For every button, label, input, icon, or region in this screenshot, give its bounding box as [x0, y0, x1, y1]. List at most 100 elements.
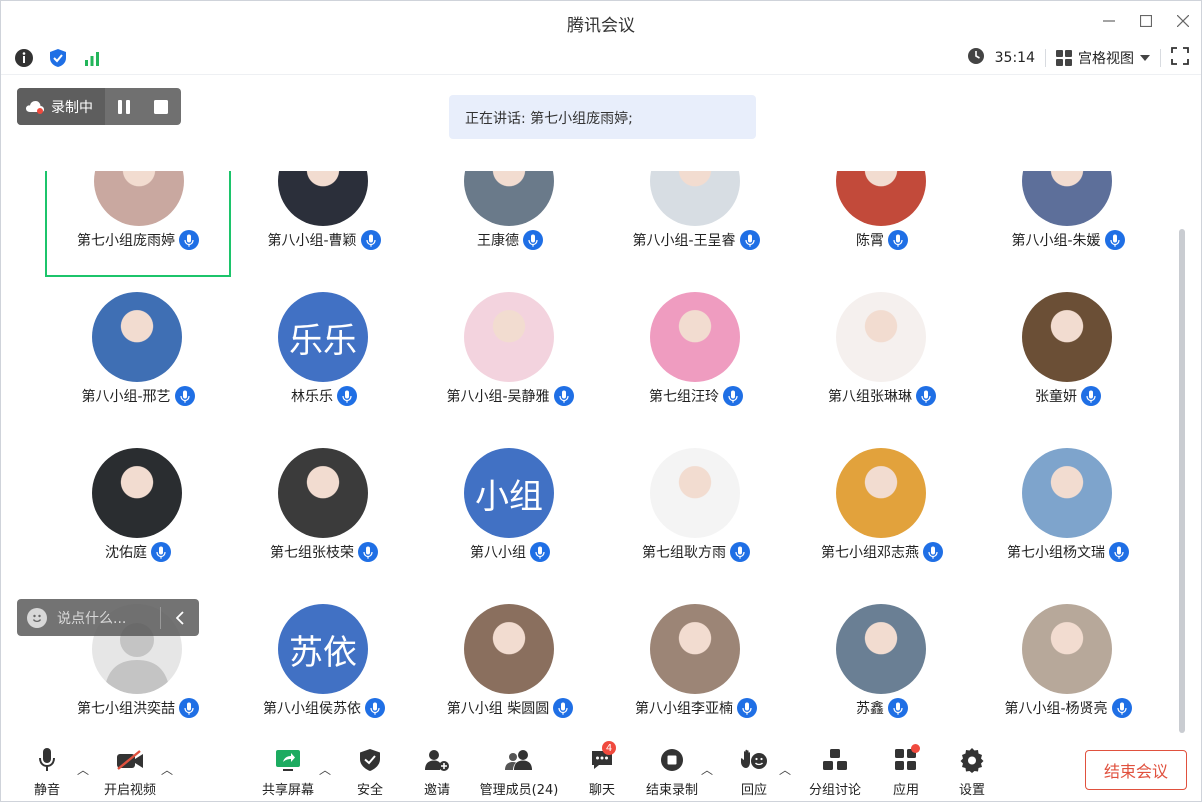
participant-name-row: 第七组耿方雨: [603, 542, 789, 562]
share-screen-button[interactable]: 共享屏幕: [257, 739, 319, 801]
avatar: [1022, 604, 1112, 694]
participant-name: 第八小组-邢艺: [81, 389, 171, 405]
close-icon: [1177, 15, 1189, 27]
chat-input-placeholder[interactable]: 说点什么...: [57, 608, 126, 628]
mic-active-icon: [553, 386, 574, 406]
avatar: [650, 171, 740, 226]
start-video-button[interactable]: 开启视频: [99, 739, 161, 801]
participant-tile[interactable]: 第七小组庞雨婷: [45, 171, 231, 277]
participant-tile[interactable]: 乐乐 林乐乐: [231, 277, 417, 433]
participant-tile[interactable]: 苏鑫: [789, 589, 975, 737]
participant-tile[interactable]: 第七组耿方雨: [603, 433, 789, 589]
participant-tile[interactable]: 沈佑庭: [45, 433, 231, 589]
participant-name-row: 第七小组洪奕喆: [45, 698, 231, 718]
participant-tile[interactable]: 第七组汪玲: [603, 277, 789, 433]
participant-name-row: 第八小组: [417, 542, 603, 562]
react-button[interactable]: 回应: [735, 739, 773, 801]
avatar: [278, 171, 368, 226]
mic-active-icon: [737, 698, 757, 718]
mic-active-icon: [1104, 230, 1125, 250]
video-options-caret[interactable]: ︿: [161, 761, 173, 778]
participant-name-row: 王康德: [417, 230, 603, 250]
record-stop-icon: [661, 749, 683, 771]
participant-tile[interactable]: 苏依 第八小组侯苏依: [231, 589, 417, 737]
avatar: [1022, 292, 1112, 382]
minimize-button[interactable]: [1097, 9, 1121, 33]
participant-name: 第八小组: [470, 545, 526, 561]
grid-view-icon: [1056, 50, 1072, 66]
fullscreen-icon: [1171, 47, 1189, 65]
manage-members-button[interactable]: 管理成员(24): [475, 739, 563, 801]
chat-input-bar[interactable]: 说点什么...: [17, 599, 199, 636]
scrollbar[interactable]: [1179, 229, 1185, 733]
participant-tile[interactable]: 第八小组 柴圆圆: [417, 589, 603, 737]
pause-recording-button[interactable]: [105, 88, 142, 125]
participant-tile[interactable]: 第八小组-杨贤亮: [975, 589, 1161, 737]
mute-options-caret[interactable]: ︿: [77, 761, 89, 778]
participant-name-row: 第八小组 柴圆圆: [417, 698, 603, 718]
avatar-initials: 小组: [475, 476, 543, 517]
participant-tile[interactable]: 小组第八小组: [417, 433, 603, 589]
caret-down-icon: [1140, 55, 1150, 61]
mic-active-icon: [358, 542, 378, 562]
invite-button[interactable]: 邀请: [417, 739, 457, 801]
stop-recording-toolbar-button[interactable]: 结束录制: [641, 739, 703, 801]
info-icon[interactable]: [14, 48, 34, 72]
participant-tile[interactable]: 第八小组-邢艺: [45, 277, 231, 433]
participant-tile[interactable]: 第八小组-曹颖: [231, 171, 417, 277]
mute-button[interactable]: 静音: [27, 739, 67, 801]
participant-tile[interactable]: 第七小组邓志燕: [789, 433, 975, 589]
breakout-rooms-button[interactable]: 分组讨论: [805, 739, 865, 801]
participant-tile[interactable]: 第七小组杨文瑞: [975, 433, 1161, 589]
record-options-caret[interactable]: ︿: [701, 761, 713, 778]
recording-label: 录制中: [51, 99, 93, 116]
participant-tile[interactable]: 第八小组李亚楠: [603, 589, 789, 737]
title-bar: 腾讯会议: [1, 1, 1201, 43]
chat-button[interactable]: 4 聊天: [583, 739, 621, 801]
end-meeting-button[interactable]: 结束会议: [1085, 750, 1187, 790]
mic-active-icon: [360, 230, 381, 250]
mic-active-icon: [1109, 542, 1129, 562]
participant-name: 第八小组-王呈睿: [632, 233, 736, 249]
close-button[interactable]: [1171, 9, 1195, 33]
raise-hand-icon: [741, 749, 767, 769]
participant-name-row: 第七组张枝荣: [231, 542, 417, 562]
view-mode-dropdown[interactable]: 宫格视图: [1056, 48, 1150, 68]
participant-name-row: 第八小组李亚楠: [603, 698, 789, 718]
react-options-caret[interactable]: ︿: [779, 761, 791, 778]
participant-name-row: 张童妍: [975, 386, 1161, 406]
participant-name-row: 第七组汪玲: [603, 386, 789, 406]
participant-tile[interactable]: 第八小组-朱媛: [975, 171, 1161, 277]
security-button[interactable]: 安全: [351, 739, 389, 801]
avatar-initials: 苏依: [289, 632, 357, 673]
mic-active-icon: [365, 698, 385, 718]
participant-name: 第七组张枝荣: [270, 545, 354, 561]
apps-button[interactable]: 应用: [887, 739, 925, 801]
participant-name-row: 第八组张琳琳: [789, 386, 975, 406]
participant-name: 林乐乐: [291, 389, 333, 405]
participant-tile[interactable]: 王康德: [417, 171, 603, 277]
participant-tile[interactable]: 第八小组-王呈睿: [603, 171, 789, 277]
recording-status: 录制中: [17, 88, 105, 125]
participant-tile[interactable]: 陈霄: [789, 171, 975, 277]
shield-icon[interactable]: [48, 48, 68, 72]
chat-unread-badge: 4: [602, 741, 616, 755]
participant-name-row: 陈霄: [789, 230, 975, 250]
participant-name: 第八小组-吴静雅: [446, 389, 550, 405]
members-icon: [505, 750, 532, 770]
participant-tile[interactable]: 第七组张枝荣: [231, 433, 417, 589]
maximize-icon: [1140, 15, 1152, 27]
maximize-button[interactable]: [1134, 9, 1158, 33]
clock-icon: [967, 47, 985, 69]
share-options-caret[interactable]: ︿: [319, 761, 331, 778]
participant-name: 第八小组-朱媛: [1011, 233, 1101, 249]
collapse-chat-button[interactable]: [161, 599, 199, 636]
participant-tile[interactable]: 张童妍: [975, 277, 1161, 433]
participant-tile[interactable]: 第八小组-吴静雅: [417, 277, 603, 433]
emoji-icon[interactable]: [27, 607, 47, 628]
settings-button[interactable]: 设置: [953, 739, 991, 801]
fullscreen-button[interactable]: [1171, 47, 1189, 69]
participant-tile[interactable]: 第八组张琳琳: [789, 277, 975, 433]
stop-recording-button[interactable]: [142, 88, 179, 125]
signal-icon[interactable]: [82, 48, 102, 72]
